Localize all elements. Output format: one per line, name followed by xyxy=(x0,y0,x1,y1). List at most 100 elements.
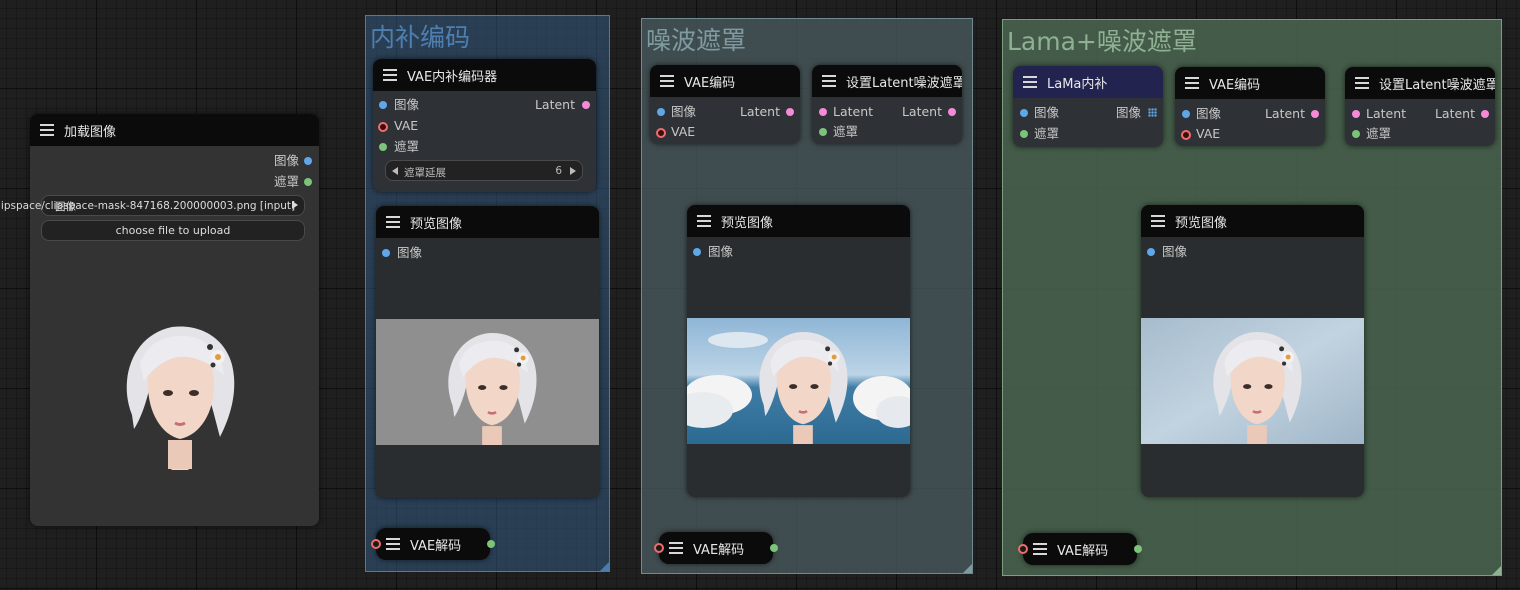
node-header[interactable]: 预览图像 xyxy=(1141,205,1364,237)
resize-handle-icon[interactable] xyxy=(600,562,609,571)
preview-image-node[interactable]: 预览图像 图像 xyxy=(376,206,599,498)
vae-encode-node[interactable]: VAE编码 图像 Latent VAE xyxy=(1175,67,1325,146)
input-mask-label: 遮罩 xyxy=(394,139,420,154)
input-latent-slot[interactable] xyxy=(1352,110,1360,118)
output-latent-slot[interactable] xyxy=(948,108,956,116)
input-slot[interactable] xyxy=(1018,544,1028,554)
menu-icon[interactable] xyxy=(386,216,400,228)
menu-icon[interactable] xyxy=(1185,77,1199,89)
input-image-slot[interactable] xyxy=(382,249,390,257)
input-image-slot[interactable] xyxy=(1147,248,1155,256)
input-image-slot[interactable] xyxy=(379,101,387,109)
node-title: LaMa内补 xyxy=(1047,76,1108,92)
output-slot[interactable] xyxy=(1134,545,1142,553)
output-image-label: 图像 xyxy=(273,153,299,168)
input-image-slot[interactable] xyxy=(693,248,701,256)
input-image-label: 图像 xyxy=(1196,106,1222,121)
output-slot[interactable] xyxy=(770,544,778,552)
upload-button[interactable]: choose file to upload xyxy=(41,220,305,241)
menu-icon[interactable] xyxy=(669,542,683,554)
menu-icon[interactable] xyxy=(1355,77,1369,89)
node-header[interactable]: 预览图像 xyxy=(687,205,910,237)
node-header[interactable]: 预览图像 xyxy=(376,206,599,238)
lama-inpaint-node[interactable]: LaMa内补 图像 图像 遮罩 xyxy=(1013,66,1163,147)
node-title: VAE解码 xyxy=(410,538,462,554)
node-title: 加载图像 xyxy=(64,124,117,140)
input-mask-slot[interactable] xyxy=(1020,130,1028,138)
input-mask-slot[interactable] xyxy=(379,143,387,151)
output-latent-slot[interactable] xyxy=(1481,110,1489,118)
menu-icon[interactable] xyxy=(1023,76,1037,88)
vae-decode-node[interactable]: VAE解码 xyxy=(1018,533,1142,565)
group-title: 噪波遮罩 xyxy=(646,26,747,55)
output-latent-label: Latent xyxy=(739,104,780,119)
output-latent-slot[interactable] xyxy=(582,101,590,109)
node-header[interactable]: 加载图像 xyxy=(30,114,319,146)
vae-decode-node[interactable]: VAE解码 xyxy=(654,532,778,564)
portrait-image xyxy=(116,324,244,470)
stepper-label: 遮罩延展 xyxy=(404,167,446,179)
output-mask-label: 遮罩 xyxy=(273,174,299,189)
node-title: 设置Latent噪波遮罩 xyxy=(1379,77,1495,93)
input-latent-slot[interactable] xyxy=(819,108,827,116)
preview-image xyxy=(376,319,599,445)
node-header[interactable]: VAE内补编码器 xyxy=(373,59,596,91)
input-latent-label: Latent xyxy=(833,104,874,119)
menu-icon[interactable] xyxy=(660,75,674,87)
stepper-value: 6 xyxy=(555,165,562,177)
input-vae-slot[interactable] xyxy=(656,128,666,138)
set-latent-noise-mask-node[interactable]: 设置Latent噪波遮罩 Latent Latent 遮罩 xyxy=(1345,67,1495,146)
set-latent-noise-mask-node[interactable]: 设置Latent噪波遮罩 Latent Latent 遮罩 xyxy=(812,65,962,144)
node-header[interactable]: 设置Latent噪波遮罩 xyxy=(1345,67,1495,99)
input-vae-slot[interactable] xyxy=(378,122,388,132)
image-file-combo[interactable]: lipspace/clipspace-mask-847168.200000003… xyxy=(0,195,305,216)
resize-handle-icon[interactable] xyxy=(963,564,972,573)
input-image-slot[interactable] xyxy=(1182,110,1190,118)
input-latent-label: Latent xyxy=(1366,106,1407,121)
vae-encode-node[interactable]: VAE编码 图像 Latent VAE xyxy=(650,65,800,144)
input-mask-label: 遮罩 xyxy=(1366,126,1392,141)
output-latent-slot[interactable] xyxy=(786,108,794,116)
file-overlay-label: 图像 xyxy=(55,201,76,213)
vae-decode-node[interactable]: VAE解码 xyxy=(371,528,495,560)
arrow-right-icon[interactable] xyxy=(570,167,576,175)
menu-icon[interactable] xyxy=(1151,215,1165,227)
input-image-label: 图像 xyxy=(1162,244,1188,259)
resize-handle-icon[interactable] xyxy=(1492,566,1501,575)
output-latent-slot[interactable] xyxy=(1311,110,1319,118)
menu-icon[interactable] xyxy=(386,538,400,550)
output-latent-label: Latent xyxy=(1434,106,1475,121)
node-header[interactable]: VAE编码 xyxy=(650,65,800,97)
node-header[interactable]: LaMa内补 xyxy=(1013,66,1163,98)
arrow-left-icon[interactable] xyxy=(392,167,398,175)
menu-icon[interactable] xyxy=(40,124,54,136)
preview-image xyxy=(1141,318,1364,444)
input-vae-label: VAE xyxy=(394,118,419,133)
portrait-image xyxy=(687,318,910,444)
input-image-slot[interactable] xyxy=(1020,109,1028,117)
preview-image-node[interactable]: 预览图像 图像 xyxy=(1141,205,1364,497)
menu-icon[interactable] xyxy=(383,69,397,81)
grow-mask-stepper[interactable]: 遮罩延展 6 xyxy=(385,160,583,181)
output-mask-slot[interactable] xyxy=(304,178,312,186)
vae-inpaint-encoder-node[interactable]: VAE内补编码器 图像 Latent VAE 遮罩 遮罩延展 6 xyxy=(373,59,596,192)
menu-icon[interactable] xyxy=(822,75,836,87)
node-title: 预览图像 xyxy=(721,215,774,231)
grid-icon[interactable] xyxy=(1148,108,1157,117)
node-header[interactable]: VAE编码 xyxy=(1175,67,1325,99)
menu-icon[interactable] xyxy=(1033,543,1047,555)
input-image-slot[interactable] xyxy=(657,108,665,116)
preview-image-node[interactable]: 预览图像 图像 xyxy=(687,205,910,497)
node-header[interactable]: 设置Latent噪波遮罩 xyxy=(812,65,962,97)
input-mask-slot[interactable] xyxy=(1352,130,1360,138)
menu-icon[interactable] xyxy=(697,215,711,227)
preview-image xyxy=(687,318,910,444)
input-vae-slot[interactable] xyxy=(1181,130,1191,140)
output-image-slot[interactable] xyxy=(304,157,312,165)
input-slot[interactable] xyxy=(654,543,664,553)
input-mask-slot[interactable] xyxy=(819,128,827,136)
arrow-right-icon[interactable] xyxy=(292,201,298,209)
input-slot[interactable] xyxy=(371,539,381,549)
output-image-label: 图像 xyxy=(1115,105,1141,120)
output-slot[interactable] xyxy=(487,540,495,548)
